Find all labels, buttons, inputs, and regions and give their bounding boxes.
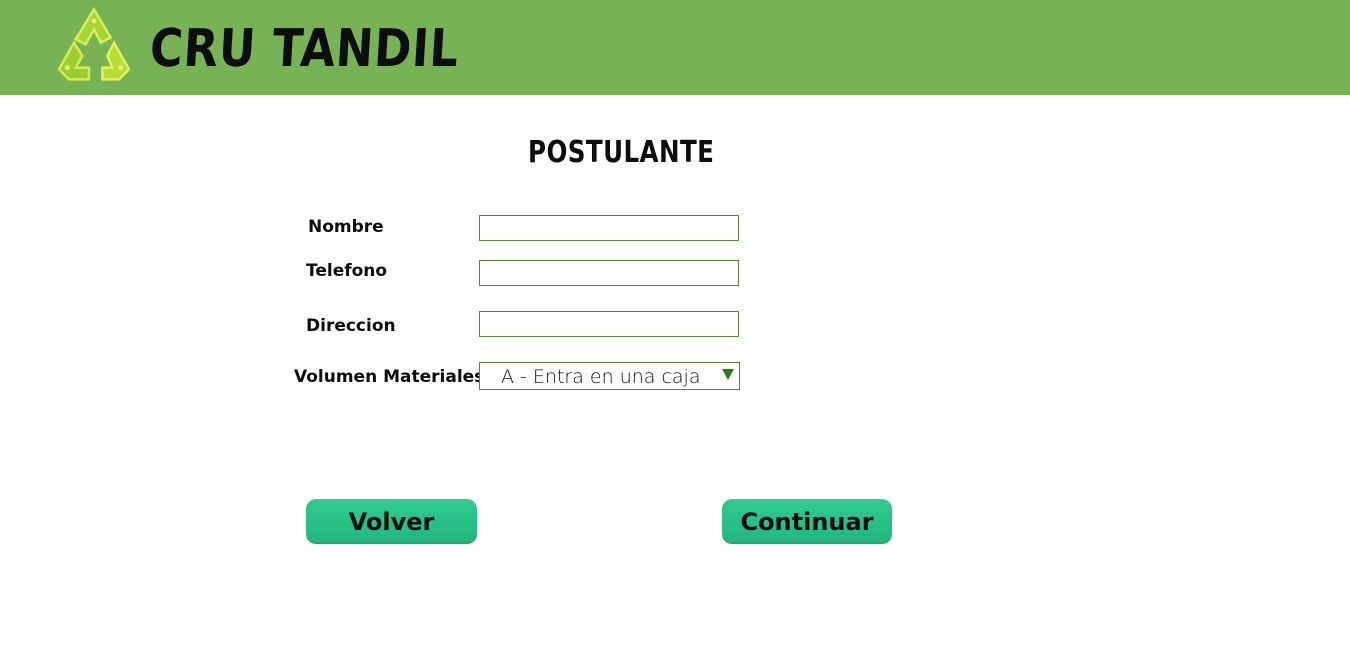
page: CRU TANDIL POSTULANTE Nombre Telefono Di…: [0, 0, 1350, 650]
volumen-selected-value: A - Entra en una caja: [501, 366, 701, 388]
nombre-label: Nombre: [308, 217, 384, 237]
telefono-input[interactable]: [479, 260, 739, 286]
nombre-input[interactable]: [479, 215, 739, 241]
direccion-input[interactable]: [479, 311, 739, 337]
header-bar: CRU TANDIL: [0, 0, 1350, 95]
continuar-button[interactable]: Continuar: [722, 499, 892, 544]
volumen-materiales-select[interactable]: A - Entra en una caja: [479, 362, 740, 390]
page-title: POSTULANTE: [528, 135, 715, 170]
brand-title: CRU TANDIL: [148, 19, 461, 79]
telefono-label: Telefono: [306, 261, 388, 281]
volver-button[interactable]: Volver: [306, 499, 477, 544]
volumen-materiales-label: Volumen Materiales: [294, 367, 485, 387]
recycle-icon: [57, 6, 131, 81]
dropdown-arrow-icon: [722, 369, 734, 380]
direccion-label: Direccion: [306, 316, 396, 336]
